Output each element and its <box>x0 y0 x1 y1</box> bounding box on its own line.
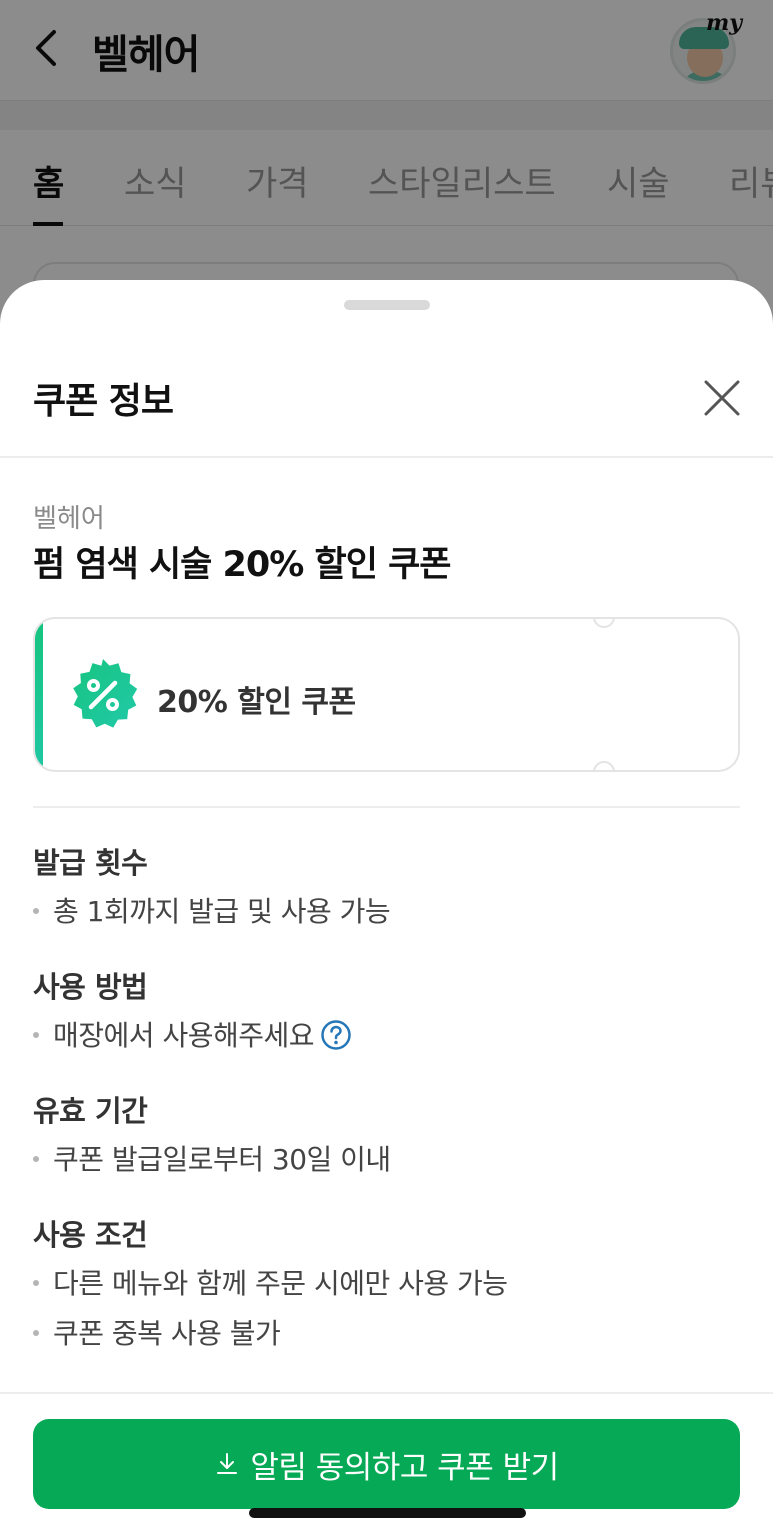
get-coupon-button[interactable]: 알림 동의하고 쿠폰 받기 <box>33 1419 740 1509</box>
list-item: 매장에서 사용해주세요 <box>33 1014 352 1055</box>
conditions-heading: 사용 조건 <box>33 1218 148 1252</box>
list-item-text: 총 1회까지 발급 및 사용 가능 <box>53 895 391 928</box>
list-item: 총 1회까지 발급 및 사용 가능 <box>33 890 391 930</box>
list-item-text: 다른 메뉴와 함께 주문 시에만 사용 가능 <box>53 1267 508 1300</box>
bullet-icon <box>33 1156 39 1162</box>
close-button[interactable] <box>700 376 744 420</box>
sheet-grabber[interactable] <box>344 300 430 310</box>
home-indicator <box>249 1508 526 1518</box>
shop-name: 벨헤어 <box>33 504 105 534</box>
question-circle-icon[interactable] <box>320 1019 352 1051</box>
bullet-icon <box>33 1280 39 1286</box>
list-item-text: 쿠폰 중복 사용 불가 <box>53 1317 281 1350</box>
coupon-accent-bar <box>35 619 43 770</box>
close-icon <box>704 380 740 416</box>
list-item: 다른 메뉴와 함께 주문 시에만 사용 가능 <box>33 1262 508 1302</box>
coupon-discount-label: 20% 할인 쿠폰 <box>157 685 356 720</box>
bullet-icon <box>33 1330 39 1336</box>
bullet-icon <box>33 1032 39 1038</box>
coupon-card: 20% 할인 쿠폰 <box>33 617 740 772</box>
validity-heading: 유효 기간 <box>33 1094 148 1128</box>
list-item: 쿠폰 중복 사용 불가 <box>33 1312 281 1352</box>
coupon-title: 펌 염색 시술 20% 할인 쿠폰 <box>33 545 452 585</box>
coupon-notch-bottom <box>593 761 615 770</box>
divider <box>33 806 740 808</box>
coupon-info-sheet: 쿠폰 정보 벨헤어 펌 염색 시술 20% 할인 쿠폰 20% 할인 쿠폰 발급… <box>0 280 773 1535</box>
download-icon <box>214 1451 240 1477</box>
list-item-text: 매장에서 사용해주세요 <box>53 1019 315 1052</box>
percent-badge-icon <box>65 657 141 733</box>
list-item-text: 쿠폰 발급일로부터 30일 이내 <box>53 1143 391 1176</box>
sheet-title: 쿠폰 정보 <box>33 381 174 422</box>
list-item: 쿠폰 발급일로부터 30일 이내 <box>33 1138 391 1178</box>
divider <box>0 1392 773 1394</box>
bullet-icon <box>33 908 39 914</box>
divider <box>0 456 773 458</box>
usage-method-heading: 사용 방법 <box>33 970 148 1004</box>
coupon-notch-top <box>593 619 615 628</box>
get-coupon-label: 알림 동의하고 쿠폰 받기 <box>250 1449 559 1486</box>
issue-count-heading: 발급 횟수 <box>33 846 148 880</box>
